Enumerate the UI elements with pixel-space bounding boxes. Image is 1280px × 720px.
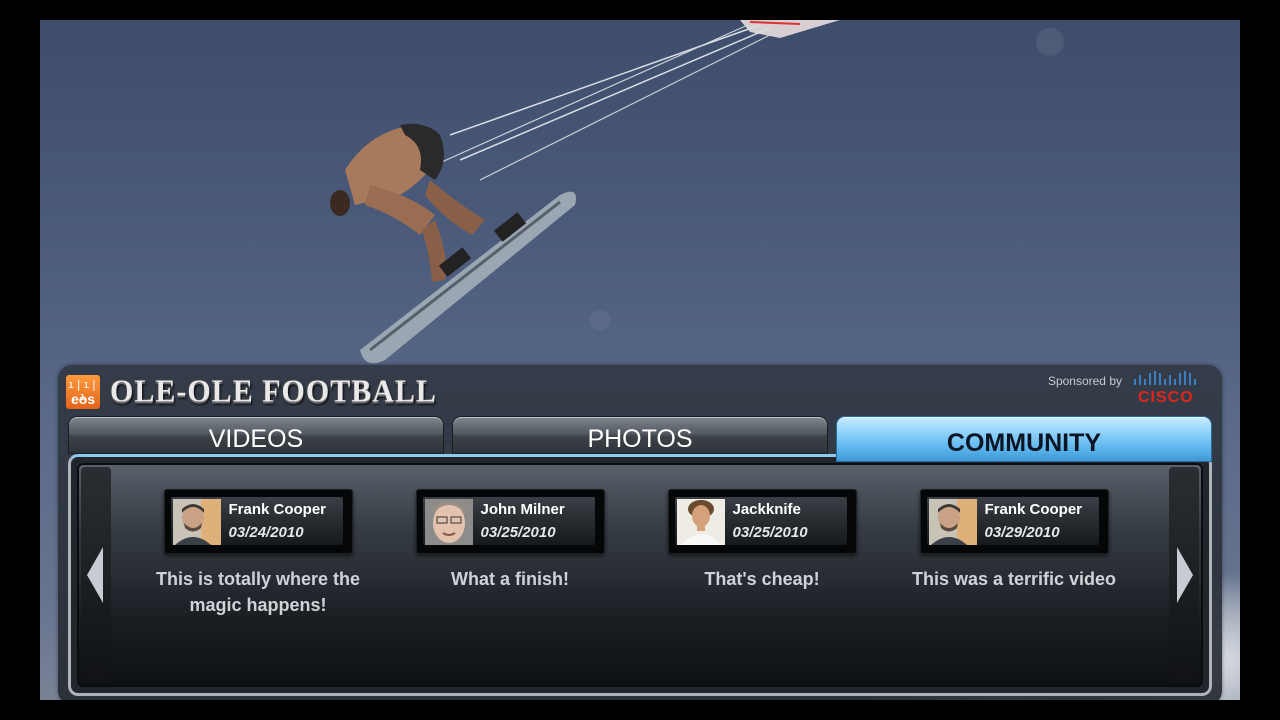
tab-videos[interactable]: VIDEOS — [68, 416, 444, 454]
avatar — [424, 499, 473, 545]
avatar — [172, 499, 221, 545]
eos-logo: ı|ı|ı eos — [66, 375, 100, 409]
sponsor-block: Sponsored by CISCO — [1047, 371, 1200, 406]
chevron-right-icon — [1177, 547, 1193, 603]
brand-header: ı|ı|ı eos OLE-OLE FOOTBALL — [66, 374, 437, 410]
chevron-left-icon — [87, 547, 103, 603]
comment-text: What a finish! — [451, 569, 569, 589]
comment-text: This is totally where the magic happens! — [155, 569, 361, 615]
comment-date: 03/25/2010 — [480, 524, 556, 541]
comments-carousel: Frank Cooper 03/24/2010 This is totally … — [77, 463, 1203, 687]
comment-author-name: John Milner — [480, 501, 565, 518]
comment-author-card: Frank Cooper 03/29/2010 — [919, 489, 1109, 554]
avatar — [676, 499, 725, 545]
carousel-next-button[interactable] — [1169, 467, 1199, 683]
sponsor-label: Sponsored by — [1047, 374, 1122, 388]
tab-photos[interactable]: PHOTOS — [452, 416, 828, 454]
tab-community[interactable]: COMMUNITY — [836, 416, 1212, 462]
avatar — [928, 499, 977, 545]
comment-author-card: Frank Cooper 03/24/2010 — [163, 489, 353, 554]
comment-text: That's cheap! — [704, 569, 820, 589]
comment-date: 03/29/2010 — [984, 524, 1060, 541]
cisco-logo: CISCO — [1132, 371, 1200, 406]
comment-date: 03/24/2010 — [228, 524, 304, 541]
community-content: Frank Cooper 03/24/2010 This is totally … — [68, 454, 1212, 696]
comment-author-name: Frank Cooper — [984, 501, 1083, 518]
comment-author-card: John Milner 03/25/2010 — [415, 489, 605, 554]
carousel-prev-button[interactable] — [81, 467, 111, 683]
community-overlay-panel: ı|ı|ı eos OLE-OLE FOOTBALL Sponsored by … — [58, 365, 1222, 700]
comment-author-name: Jackknife — [732, 501, 801, 518]
comment-item[interactable]: Frank Cooper 03/24/2010 This is totally … — [132, 489, 384, 618]
comment-author-name: Frank Cooper — [228, 501, 327, 518]
comment-date: 03/25/2010 — [732, 524, 808, 541]
channel-title: OLE-OLE FOOTBALL — [110, 374, 437, 409]
comment-item[interactable]: Frank Cooper 03/29/2010 This was a terri… — [888, 489, 1140, 592]
cisco-bars-icon — [1134, 371, 1196, 385]
comment-text: This was a terrific video — [911, 569, 1117, 589]
comment-item[interactable]: Jackknife 03/25/2010 That's cheap! — [636, 489, 888, 592]
video-player[interactable]: ı|ı|ı eos OLE-OLE FOOTBALL Sponsored by … — [40, 20, 1240, 700]
comment-item[interactable]: John Milner 03/25/2010 What a finish! — [384, 489, 636, 592]
comment-author-card: Jackknife 03/25/2010 — [667, 489, 857, 554]
